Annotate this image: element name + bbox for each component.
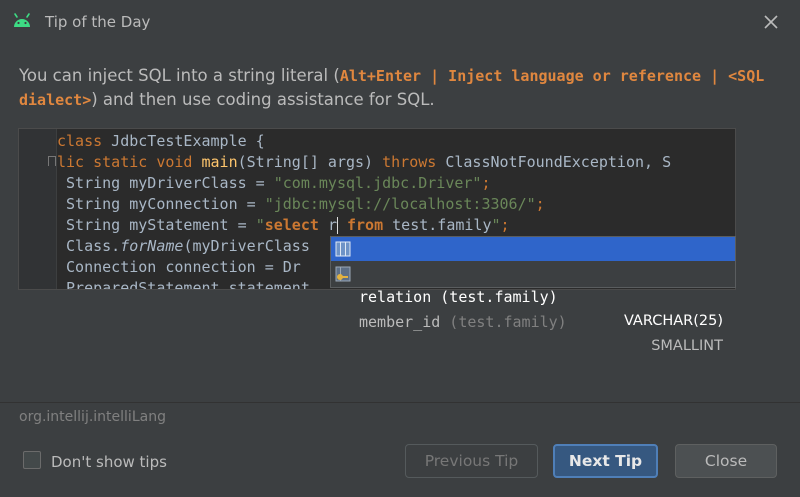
footer-divider: [0, 402, 800, 403]
code-line: String myStatement = "select r from test…: [57, 216, 510, 234]
title-bar: Tip of the Day: [0, 0, 800, 44]
previous-tip-button[interactable]: Previous Tip: [405, 444, 538, 478]
close-icon: [764, 15, 778, 29]
code-line: Connection connection = Dr: [57, 258, 301, 276]
close-window-button[interactable]: [760, 11, 782, 33]
next-tip-button[interactable]: Next Tip: [553, 444, 658, 478]
code-line: PreparedStatement statement: [57, 279, 310, 290]
column-icon: [335, 241, 351, 257]
android-icon: [14, 13, 30, 27]
code-line: lic static void main(String[] args) thro…: [57, 153, 672, 171]
editor-gutter: [19, 129, 57, 289]
tip-source-package: org.intellij.intelliLang: [19, 409, 166, 425]
close-button[interactable]: Close: [675, 444, 777, 478]
code-line: class JdbcTestExample {: [57, 132, 265, 150]
tip-description: You can inject SQL into a string literal…: [19, 66, 765, 109]
dont-show-tips-checkbox[interactable]: [23, 451, 41, 469]
window-title: Tip of the Day: [45, 13, 151, 31]
completion-item-member-id[interactable]: member_id (test.family) SMALLINT: [331, 262, 735, 354]
key-column-icon: [335, 266, 351, 282]
code-line: String myConnection = "jdbc:mysql://loca…: [57, 195, 545, 213]
code-line: Class.forName(myDriverClass: [57, 237, 310, 255]
dont-show-tips-label[interactable]: Don't show tips: [51, 453, 167, 471]
completion-popup: relation (test.family) VARCHAR(25) membe…: [330, 236, 736, 354]
fold-icon: [48, 156, 56, 166]
code-line: String myDriverClass = "com.mysql.jdbc.D…: [57, 174, 491, 192]
completion-item-relation[interactable]: relation (test.family) VARCHAR(25): [331, 237, 735, 329]
